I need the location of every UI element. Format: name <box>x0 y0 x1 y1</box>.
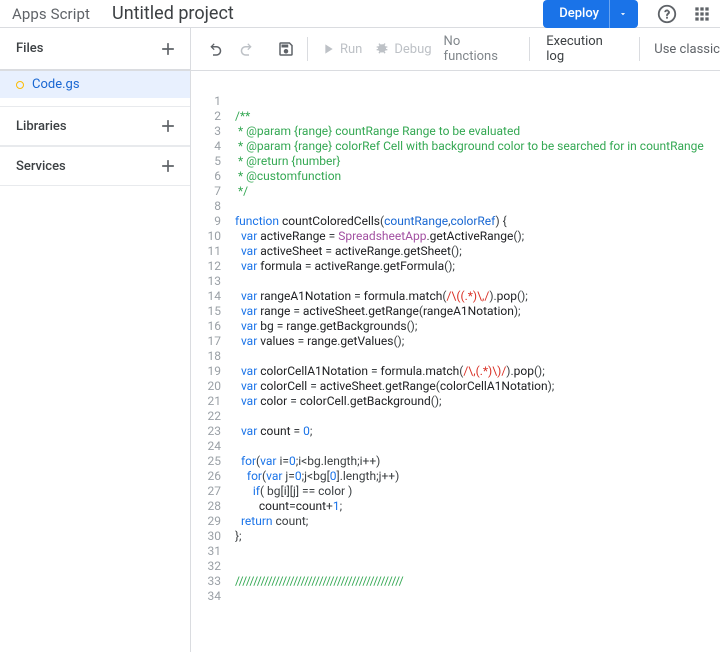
libraries-label: Libraries <box>16 119 158 134</box>
redo-button[interactable] <box>231 34 261 64</box>
files-label: Files <box>16 41 158 56</box>
save-button[interactable] <box>271 34 301 64</box>
function-selector[interactable]: No functions <box>438 34 524 64</box>
editor-toolbar: Run Debug No functions Execution log Use… <box>191 28 720 70</box>
main-area: Code.gs Libraries Services 1234567891011… <box>0 71 720 652</box>
chevron-down-icon[interactable] <box>609 0 628 28</box>
app-name: Apps Script <box>12 5 90 23</box>
deploy-label: Deploy <box>559 6 609 21</box>
help-icon[interactable] <box>656 3 678 25</box>
sidebar: Code.gs Libraries Services <box>0 71 191 652</box>
project-title[interactable]: Untitled project <box>112 3 234 24</box>
add-library-icon[interactable] <box>158 116 178 136</box>
undo-button[interactable] <box>201 34 231 64</box>
services-label: Services <box>16 159 158 174</box>
line-gutter: 1234567891011121314151617181920212223242… <box>191 71 229 652</box>
file-name: Code.gs <box>32 77 80 92</box>
file-item-code-gs[interactable]: Code.gs <box>0 71 190 98</box>
files-section-header: Files <box>0 28 191 70</box>
run-button[interactable]: Run <box>314 35 368 63</box>
apps-grid-icon[interactable] <box>692 4 712 24</box>
code-editor[interactable]: 1234567891011121314151617181920212223242… <box>191 71 720 652</box>
code-content[interactable]: /** * @param {range} countRange Range to… <box>229 71 704 652</box>
services-section: Services <box>0 146 190 186</box>
libraries-section: Libraries <box>0 106 190 146</box>
app-header: Apps Script Untitled project Deploy <box>0 0 720 28</box>
toolbar-row: Files Run Debug No functions Execution l… <box>0 28 720 71</box>
deploy-button[interactable]: Deploy <box>543 0 638 28</box>
debug-button[interactable]: Debug <box>368 35 437 63</box>
add-file-icon[interactable] <box>158 39 178 59</box>
file-status-dot-icon <box>16 81 24 89</box>
add-service-icon[interactable] <box>158 156 178 176</box>
execution-log-button[interactable]: Execution log <box>536 34 633 64</box>
use-classic-link[interactable]: Use classic <box>646 42 720 57</box>
